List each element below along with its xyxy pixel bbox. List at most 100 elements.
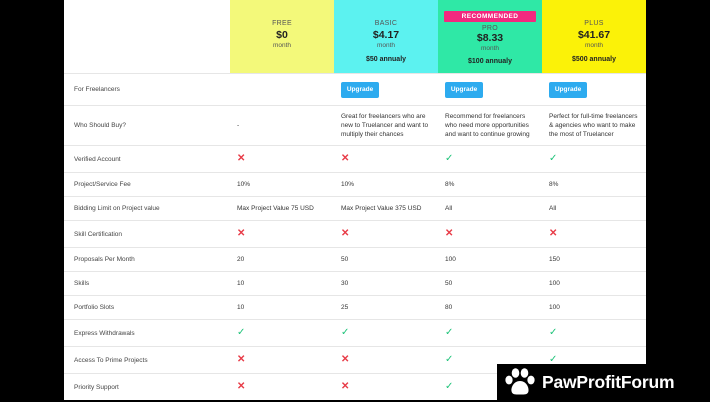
plan-annual: $500 annualy [572, 56, 616, 63]
x-icon: ✕ [341, 153, 350, 164]
plan-header-basic: BASIC $4.17 month $50 annualy [334, 0, 438, 73]
row-label: Priority Support [64, 373, 230, 400]
cell-pro: 80 [438, 295, 542, 319]
cell-free: 10 [230, 295, 334, 319]
cell-pro: 50 [438, 271, 542, 295]
cell-basic: Max Project Value 375 USD [334, 196, 438, 220]
cell-basic: ✕ [334, 220, 438, 247]
cell-plus: 100 [542, 295, 646, 319]
cell-pro: 100 [438, 247, 542, 271]
cell-pro: ✓ [438, 319, 542, 346]
x-icon: ✕ [237, 381, 246, 392]
cell-free: ✕ [230, 220, 334, 247]
cell-free: ✕ [230, 145, 334, 172]
x-icon: ✕ [549, 228, 558, 239]
x-icon: ✕ [445, 228, 454, 239]
row-label: Express Withdrawals [64, 319, 230, 346]
x-icon: ✕ [237, 354, 246, 365]
upgrade-pro-button[interactable]: Upgrade [445, 81, 483, 98]
cell-basic: Great for freelancers who are new to Tru… [334, 105, 438, 145]
cell-free: - [230, 105, 334, 145]
row-label: Proposals Per Month [64, 247, 230, 271]
cell-pro: 8% [438, 172, 542, 196]
cell-free: ✕ [230, 373, 334, 400]
check-icon: ✓ [549, 327, 558, 338]
cell-free: ✕ [230, 346, 334, 373]
row-label: Verified Account [64, 145, 230, 172]
check-icon: ✓ [445, 327, 454, 338]
row-label: Portfolio Slots [64, 295, 230, 319]
pricing-sheet: FREE $0 month BASIC $4.17 month $50 annu… [64, 0, 646, 400]
plan-tier: BASIC [374, 20, 398, 27]
plan-tier: PLUS [584, 20, 604, 27]
cell-plus: Upgrade [542, 73, 646, 105]
cell-free: Max Project Value 75 USD [230, 196, 334, 220]
cell-basic: 50 [334, 247, 438, 271]
recommended-badge: RECOMMENDED [444, 11, 536, 22]
plan-period: month [584, 42, 604, 49]
cell-pro: ✕ [438, 220, 542, 247]
plan-price: $41.67 [577, 29, 611, 41]
plan-price: $0 [276, 29, 288, 41]
cell-free: ✓ [230, 319, 334, 346]
x-icon: ✕ [341, 381, 350, 392]
watermark: PawProfitForum [497, 364, 710, 400]
plan-annual: $100 annualy [468, 58, 512, 65]
x-icon: ✕ [237, 153, 246, 164]
plan-period: month [376, 42, 396, 49]
cell-free: 10% [230, 172, 334, 196]
plan-tier: PRO [481, 25, 499, 32]
watermark-text: PawProfitForum [542, 371, 675, 392]
cell-plus: 100 [542, 271, 646, 295]
cell-plus: 8% [542, 172, 646, 196]
cell-free [230, 73, 334, 105]
cell-plus: ✓ [542, 145, 646, 172]
plan-period: month [272, 42, 292, 49]
row-label: Skills [64, 271, 230, 295]
pricing-table: FREE $0 month BASIC $4.17 month $50 annu… [64, 0, 646, 400]
row-label: Project/Service Fee [64, 172, 230, 196]
plan-tier: FREE [272, 20, 292, 27]
plan-header-plus: PLUS $41.67 month $500 annualy [542, 0, 646, 73]
upgrade-plus-button[interactable]: Upgrade [549, 81, 587, 98]
upgrade-basic-button[interactable]: Upgrade [341, 81, 379, 98]
cell-pro: Recommend for freelancers who need more … [438, 105, 542, 145]
plan-price: $8.33 [476, 32, 504, 44]
cell-basic: ✕ [334, 346, 438, 373]
row-label: Skill Certification [64, 220, 230, 247]
check-icon: ✓ [445, 153, 454, 164]
x-icon: ✕ [341, 228, 350, 239]
cell-plus: ✓ [542, 319, 646, 346]
plan-header-free: FREE $0 month [230, 0, 334, 73]
check-icon: ✓ [445, 354, 454, 365]
cell-plus: All [542, 196, 646, 220]
row-label: For Freelancers [64, 73, 230, 105]
cell-basic: Upgrade [334, 73, 438, 105]
check-icon: ✓ [549, 153, 558, 164]
cell-pro: All [438, 196, 542, 220]
cell-plus: Perfect for full-time freelancers & agen… [542, 105, 646, 145]
x-icon: ✕ [341, 354, 350, 365]
cell-basic: 25 [334, 295, 438, 319]
cell-basic: ✓ [334, 319, 438, 346]
plan-annual: $50 annualy [365, 56, 407, 63]
cell-basic: ✕ [334, 373, 438, 400]
cell-pro: Upgrade [438, 73, 542, 105]
cell-basic: 10% [334, 172, 438, 196]
row-label: Bidding Limit on Project value [64, 196, 230, 220]
cell-plus: ✕ [542, 220, 646, 247]
row-label: Who Should Buy? [64, 105, 230, 145]
paw-icon [503, 367, 537, 397]
cell-plus: 150 [542, 247, 646, 271]
header-blank [64, 0, 230, 73]
plan-period: month [480, 45, 500, 52]
x-icon: ✕ [237, 228, 246, 239]
check-icon: ✓ [445, 381, 454, 392]
plan-header-pro: RECOMMENDED PRO $8.33 month $100 annualy [438, 0, 542, 73]
cell-basic: ✕ [334, 145, 438, 172]
cell-basic: 30 [334, 271, 438, 295]
cell-pro: ✓ [438, 145, 542, 172]
cell-free: 10 [230, 271, 334, 295]
plan-price: $4.17 [372, 29, 400, 41]
check-icon: ✓ [237, 327, 246, 338]
